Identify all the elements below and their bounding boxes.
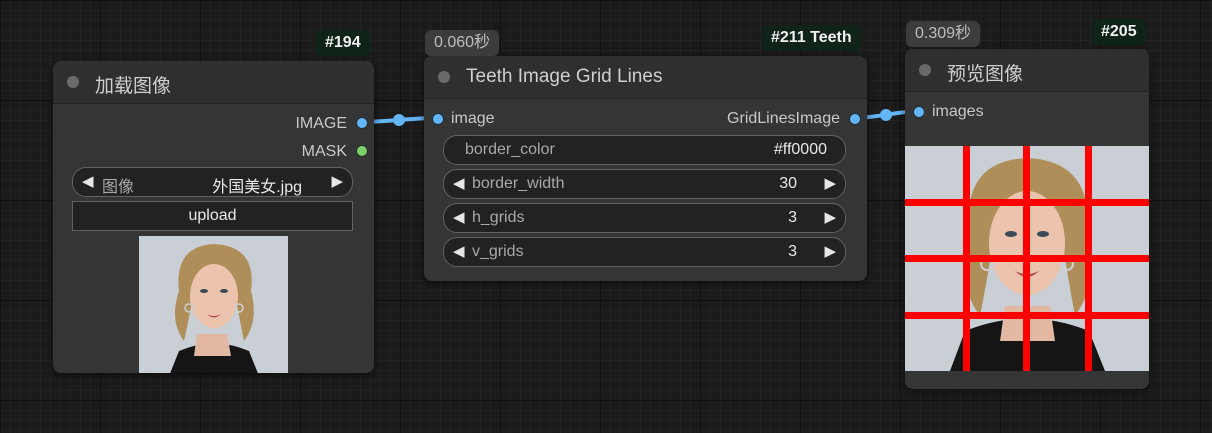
widget-name: border_width xyxy=(472,175,565,192)
increment-arrow-icon[interactable]: ▶ xyxy=(824,242,836,260)
widget-name: v_grids xyxy=(472,243,524,260)
node-title: 加载图像 xyxy=(95,76,172,97)
increment-arrow-icon[interactable]: ▶ xyxy=(824,208,836,226)
node-title: 预览图像 xyxy=(947,64,1024,85)
widget-value: 3 xyxy=(788,209,797,226)
input-label-image: image xyxy=(451,110,495,127)
increment-arrow-icon[interactable]: ▶ xyxy=(824,174,836,192)
preview-image xyxy=(905,146,1149,371)
node-load-image[interactable]: 加载图像 IMAGE MASK ◀ 图像 外国美女.jpg ▶ upload xyxy=(53,61,374,373)
h-grids-number-widget[interactable]: ◀ h_grids 3 ▶ xyxy=(443,203,846,233)
execution-time-badge: 0.060秒 xyxy=(425,30,500,56)
grid-overlay-image xyxy=(905,146,1149,371)
widget-value: 外国美女.jpg xyxy=(212,179,302,196)
loaded-image-thumbnail xyxy=(139,236,288,373)
output-label-image: IMAGE xyxy=(295,115,347,132)
widget-value: #ff0000 xyxy=(773,141,827,158)
widget-name: border_color xyxy=(465,141,555,158)
node-header[interactable]: 加载图像 xyxy=(53,61,374,104)
image-combo-widget[interactable]: ◀ 图像 外国美女.jpg ▶ xyxy=(72,167,353,197)
node-id-badge: #194 xyxy=(316,30,370,56)
upload-button[interactable]: upload xyxy=(72,201,353,231)
widget-name: 图像 xyxy=(102,179,135,196)
node-header[interactable]: 预览图像 xyxy=(905,49,1149,92)
output-label-gridlinesimage: GridLinesImage xyxy=(727,110,840,127)
decrement-arrow-icon[interactable]: ◀ xyxy=(453,208,465,226)
increment-arrow-icon[interactable]: ▶ xyxy=(331,172,343,190)
node-teeth-image-grid-lines[interactable]: Teeth Image Grid Lines image GridLinesIm… xyxy=(424,56,867,281)
decrement-arrow-icon[interactable]: ◀ xyxy=(82,172,94,190)
input-label-images: images xyxy=(932,103,984,120)
execution-time-badge: 0.309秒 xyxy=(906,21,981,47)
portrait-image xyxy=(139,236,288,373)
link-midpoint xyxy=(880,109,892,121)
widget-name: h_grids xyxy=(472,209,525,226)
node-header[interactable]: Teeth Image Grid Lines xyxy=(424,56,867,99)
input-port-image[interactable] xyxy=(432,113,444,125)
output-label-mask: MASK xyxy=(301,143,347,160)
border-width-number-widget[interactable]: ◀ border_width 30 ▶ xyxy=(443,169,846,199)
widget-value: 30 xyxy=(779,175,797,192)
node-id-badge: #211 Teeth xyxy=(762,25,861,51)
decrement-arrow-icon[interactable]: ◀ xyxy=(453,242,465,260)
output-port-mask[interactable] xyxy=(356,145,368,157)
link-midpoint xyxy=(393,114,405,126)
collapse-dot[interactable] xyxy=(438,71,450,83)
node-id-badge: #205 xyxy=(1092,19,1146,45)
widget-value: 3 xyxy=(788,243,797,260)
decrement-arrow-icon[interactable]: ◀ xyxy=(453,174,465,192)
v-grids-number-widget[interactable]: ◀ v_grids 3 ▶ xyxy=(443,237,846,267)
collapse-dot[interactable] xyxy=(919,64,931,76)
output-port-image[interactable] xyxy=(356,117,368,129)
node-title: Teeth Image Grid Lines xyxy=(466,66,663,87)
node-preview-image[interactable]: 预览图像 images xyxy=(905,49,1149,389)
border-color-text-widget[interactable]: border_color #ff0000 xyxy=(443,135,846,165)
input-port-images[interactable] xyxy=(913,106,925,118)
output-port-gridlinesimage[interactable] xyxy=(849,113,861,125)
collapse-dot[interactable] xyxy=(67,76,79,88)
